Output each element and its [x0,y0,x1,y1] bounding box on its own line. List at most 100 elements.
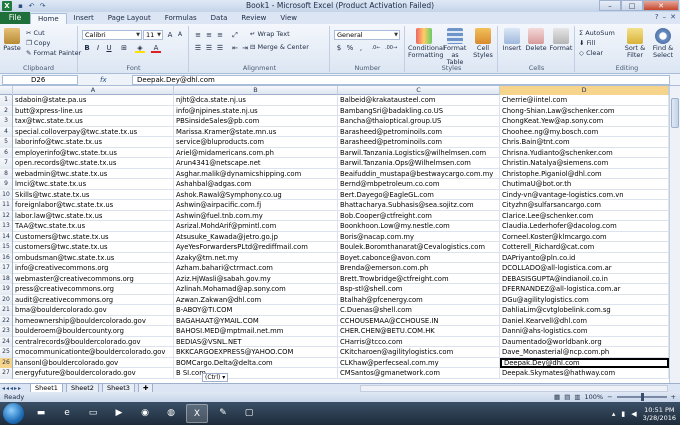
cmd-icon[interactable]: ▬ [30,404,52,423]
cell[interactable]: Ashahbal@adgas.com [174,179,338,190]
network-icon[interactable]: ▮ [621,410,625,418]
cell[interactable]: Barasheed@petrominoils.com [338,126,500,137]
tray-arrow-icon[interactable]: ▴ [612,410,616,418]
conditional-formatting-button[interactable]: Conditional Formatting [408,28,445,59]
row-header[interactable]: 1 [0,95,13,106]
cell[interactable]: Clarice.Lee@schenker.com [500,210,669,221]
cell[interactable]: Arun4341@netscape.net [174,158,338,169]
cell[interactable]: Daniel.Kearvell@dhl.com [500,315,669,326]
column-header-b[interactable]: B [174,86,338,95]
row-header[interactable]: 10 [0,189,13,200]
shrink-font-icon[interactable]: A [175,30,185,40]
font-size-dropdown[interactable]: 11 ▼ [143,30,163,40]
cell[interactable]: info@njpines.state.nj.us [174,105,338,116]
minimize-button[interactable]: – [599,0,621,11]
fill-color-icon[interactable]: ◈ [135,43,145,53]
cell[interactable]: Balbeid@krakatausteel.com [338,95,500,106]
cell[interactable]: BOMCargo.Delta@delta.com [174,357,338,368]
horizontal-scrollbar[interactable] [360,385,668,392]
undo-icon[interactable]: ↶ [27,2,36,11]
row-header[interactable]: 6 [0,147,13,158]
cell[interactable]: CHER.CHEN@BETU.COM.HK [338,326,500,337]
cell[interactable]: energyfuture@bouldercolorado.gov [13,368,174,379]
percent-button[interactable]: % [345,43,355,53]
cell[interactable]: Azwan.Zakwan@dhl.com [174,294,338,305]
cell[interactable]: B-ABOY@TI.COM [174,305,338,316]
row-header[interactable]: 5 [0,137,13,148]
cell[interactable]: Beaifuddin_mustapa@bestwaycargo.com.my [338,168,500,179]
row-header[interactable]: 15 [0,242,13,253]
help-icon[interactable]: ? [655,13,659,21]
ribbon-minimize-icon[interactable]: – [663,13,667,21]
cell[interactable]: BAGAHAAT@YMAIL.COM [174,315,338,326]
cell[interactable]: C.Duenas@shell.com [338,305,500,316]
cell[interactable]: ombudsman@twc.state.tx.us [13,252,174,263]
fill-button[interactable]: ⬇ Fill [579,39,595,48]
tab-view[interactable]: View [273,13,304,24]
bold-button[interactable]: B [82,43,92,53]
cell[interactable]: njht@dca.state.nj.us [174,95,338,106]
cell[interactable]: AyeYesForwardersPLtd@rediffmail.com [174,242,338,253]
cell[interactable]: Brenda@emerson.com.ph [338,263,500,274]
cell[interactable]: employerinfo@twc.state.tx.us [13,147,174,158]
cell[interactable]: boulderoem@bouldercounty.org [13,326,174,337]
insert-function-icon[interactable]: fx [100,74,107,86]
cell[interactable]: Ashwin@airpacific.com.fj [174,200,338,211]
cell[interactable]: labor.law@twc.state.tx.us [13,210,174,221]
font-color-icon[interactable]: A [151,43,161,53]
volume-icon[interactable]: ◀ [631,410,636,418]
clock[interactable]: 10:51 PM 3/28/2016 [643,406,676,422]
cell-styles-button[interactable]: Cell Styles [470,28,496,59]
vertical-scrollbar[interactable] [669,86,680,383]
cell[interactable]: service@bluproducts.com [174,137,338,148]
cell[interactable]: Dave_Monasterial@ncp.com.ph [500,347,669,358]
cell[interactable]: Barasheed@petrominoils.com [338,137,500,148]
cell[interactable]: lmci@twc.state.tx.us [13,179,174,190]
cell[interactable]: Ariel@midamericans.com.ph [174,147,338,158]
font-name-dropdown[interactable]: Calibri ▼ [82,30,142,40]
cell[interactable]: customers@twc.state.tx.us [13,242,174,253]
cell[interactable]: butt@xpress-line.us [13,105,174,116]
normal-view-icon[interactable]: ▦ [554,392,560,402]
underline-button[interactable]: U [104,43,114,53]
row-header[interactable]: 4 [0,126,13,137]
comma-button[interactable]: , [356,43,366,53]
cell[interactable]: info@creativecommons.org [13,263,174,274]
cell[interactable]: Claudia.Lederhofer@dacolog.com [500,221,669,232]
row-header[interactable]: 9 [0,179,13,190]
cell[interactable]: Daumentado@worldbank.org [500,336,669,347]
scrollbar-thumb[interactable] [671,98,679,128]
clear-button[interactable]: ◇ Clear [579,49,603,58]
format-as-table-button[interactable]: Format as Table [442,28,468,66]
cell[interactable]: Bert.Dayego@EagleGL.com [338,189,500,200]
cell[interactable]: Customers@twc.state.tx.us [13,231,174,242]
window-icon[interactable]: ▢ [238,404,260,423]
row-header[interactable]: 22 [0,315,13,326]
cell[interactable]: Brett.Trowbridge@ctfreight.com [338,273,500,284]
cell[interactable]: CLKhaw@perfecseal.com.my [338,357,500,368]
cell[interactable]: CCHOUSEMAA@CCHOUSE.IN [338,315,500,326]
column-header-d[interactable]: D [500,86,669,95]
cell[interactable]: special.colloverpay@twc.state.tx.us [13,126,174,137]
cell[interactable]: Ashok.Rawal@Symphony.co.ug [174,189,338,200]
merge-center-button[interactable]: ⊟ Merge & Center [250,43,309,52]
align-bottom-icon[interactable]: ≡ [215,30,225,40]
maximize-button[interactable]: □ [621,0,643,11]
chrome-icon[interactable]: ◍ [160,404,182,423]
cell[interactable]: BambangSri@badakling.co.US [338,105,500,116]
cell[interactable]: Cherrie@iintel.com [500,95,669,106]
cut-button[interactable]: ✂ Cut [26,29,45,38]
cell[interactable]: Cityzhn@sulfarsancargo.com [500,200,669,211]
redo-icon[interactable]: ↷ [38,2,47,11]
row-header[interactable]: 21 [0,305,13,316]
zoom-slider[interactable] [616,393,667,401]
cell[interactable]: webmaster@creativecommons.org [13,273,174,284]
tab-file[interactable]: File [0,12,30,24]
orientation-icon[interactable]: ⤢ [230,30,240,40]
cell[interactable]: DGu@agilitylogistics.com [500,294,669,305]
ie-icon[interactable]: e [56,404,78,423]
cell[interactable]: Cotterell_Richard@cat.com [500,242,669,253]
cell[interactable]: Skills@twc.state.tx.us [13,189,174,200]
spreadsheet-grid[interactable]: ABCD 1 sdaboin@state.pa.us njht@dca.state.… [0,86,680,383]
cell[interactable]: Danni@ahs-logistics.com [500,326,669,337]
